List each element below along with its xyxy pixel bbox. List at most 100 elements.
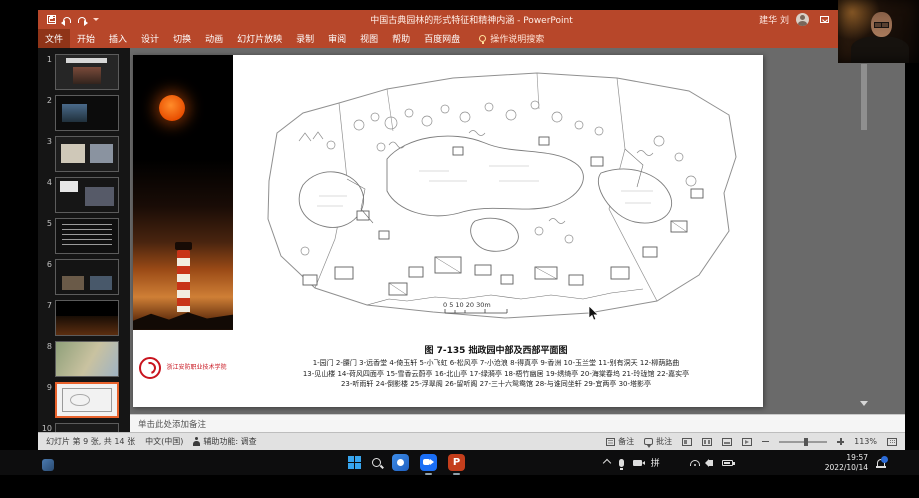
slide-counter: 幻灯片 第 9 张, 共 14 张 — [46, 436, 135, 447]
thumbnail-image[interactable] — [55, 300, 119, 336]
scrollbar-thumb[interactable] — [861, 64, 867, 130]
ribbon-display-options-button[interactable] — [816, 10, 832, 29]
tab-baidu-netdisk[interactable]: 百度网盘 — [417, 29, 467, 48]
account-avatar[interactable] — [796, 13, 809, 26]
slideshow-button[interactable] — [742, 438, 752, 446]
qat-customize-chevron-icon[interactable] — [93, 18, 99, 21]
ribbon-display-icon — [820, 16, 829, 23]
fit-to-window-button[interactable] — [887, 438, 897, 446]
current-slide[interactable]: 浙江安防职业技术学院 — [133, 55, 763, 407]
college-logo-mark — [139, 357, 161, 379]
notes-pane[interactable]: 单击此处添加备注 — [130, 414, 905, 432]
slide-thumbnail-panel[interactable]: 1 2 3 4 5 6 7 8 9 10 — [38, 48, 130, 432]
start-button[interactable] — [348, 456, 361, 469]
save-icon[interactable] — [47, 15, 56, 24]
plan-scale-label: 0 5 10 20 30m — [443, 301, 491, 309]
widgets-icon[interactable] — [42, 459, 54, 471]
thumbnail-image[interactable] — [55, 177, 119, 213]
tab-design[interactable]: 设计 — [134, 29, 166, 48]
slide-number: 8 — [41, 341, 52, 377]
battery-icon[interactable] — [722, 460, 733, 466]
slide-number: 6 — [41, 259, 52, 295]
notes-placeholder: 单击此处添加备注 — [138, 418, 206, 430]
tab-view[interactable]: 视图 — [353, 29, 385, 48]
tab-help[interactable]: 帮助 — [385, 29, 417, 48]
taskbar-app-meeting[interactable] — [420, 454, 437, 471]
slide-thumbnail-7[interactable]: 7 — [41, 300, 126, 336]
slide-number: 10 — [41, 423, 52, 432]
zoom-slider-thumb[interactable] — [804, 438, 808, 446]
thumbnail-image[interactable] — [55, 259, 119, 295]
running-indicator — [425, 473, 432, 475]
tab-review[interactable]: 审阅 — [321, 29, 353, 48]
slide-thumbnail-10[interactable]: 10 — [41, 423, 126, 432]
camera-icon[interactable] — [633, 460, 642, 466]
screen: 中国古典园林的形式特征和精神内涵 - PowerPoint 建华 刘 文件 开始… — [0, 0, 919, 498]
sun-image — [159, 95, 185, 121]
taskbar-app-powerpoint[interactable]: P — [448, 454, 465, 471]
thumbnail-image[interactable] — [55, 218, 119, 254]
lighthouse-image — [177, 250, 190, 312]
thumbnail-image[interactable] — [55, 136, 119, 172]
undo-icon[interactable] — [63, 17, 71, 23]
slide-thumbnail-6[interactable]: 6 — [41, 259, 126, 295]
slide-side-photo[interactable]: 浙江安防职业技术学院 — [133, 55, 233, 407]
slide-thumbnail-5[interactable]: 5 — [41, 218, 126, 254]
slide-thumbnail-3[interactable]: 3 — [41, 136, 126, 172]
account-name[interactable]: 建华 刘 — [759, 13, 789, 26]
powerpoint-window: 中国古典园林的形式特征和精神内涵 - PowerPoint 建华 刘 文件 开始… — [38, 10, 905, 450]
vertical-scrollbar[interactable] — [860, 52, 869, 406]
slide-sorter-view-button[interactable] — [702, 438, 712, 446]
figure-legend: 1-园门 2-腰门 3-远香堂 4-倚玉轩 5-小飞虹 6-松风亭 7-小沧浪 … — [231, 358, 761, 390]
status-bar: 幻灯片 第 9 张, 共 14 张 中文(中国) 辅助功能: 调查 备注 批注 — [38, 432, 905, 450]
tab-animations[interactable]: 动画 — [198, 29, 230, 48]
tab-record[interactable]: 录制 — [289, 29, 321, 48]
volume-icon[interactable] — [709, 460, 713, 466]
slide-thumbnail-1[interactable]: 1 — [41, 54, 126, 90]
slide-number: 2 — [41, 95, 52, 131]
zoom-in-button[interactable] — [837, 438, 844, 445]
taskbar-search-icon[interactable] — [372, 458, 381, 467]
redo-icon[interactable] — [78, 17, 86, 23]
tab-transitions[interactable]: 切换 — [166, 29, 198, 48]
zoom-slider[interactable] — [779, 441, 827, 443]
webcam-person-glasses — [873, 22, 890, 27]
tell-me-label: 操作说明搜索 — [490, 32, 544, 45]
slide-thumbnail-4[interactable]: 4 — [41, 177, 126, 213]
language-indicator[interactable]: 中文(中国) — [145, 436, 183, 447]
normal-view-button[interactable] — [682, 438, 692, 446]
tab-slideshow[interactable]: 幻灯片放映 — [230, 29, 289, 48]
thumbnail-image[interactable] — [55, 95, 119, 131]
taskbar-app-browser[interactable] — [392, 454, 409, 471]
thumbnail-image[interactable] — [55, 382, 119, 418]
thumbnail-image[interactable] — [55, 54, 119, 90]
thumbnail-image[interactable] — [55, 423, 119, 432]
slide-number: 1 — [41, 54, 52, 90]
taskbar-tray: 拼 19:57 2022/10/14 — [604, 450, 885, 475]
accessibility-status[interactable]: 辅助功能: 调查 — [193, 436, 256, 447]
accessibility-icon — [193, 437, 200, 446]
slide-thumbnail-8[interactable]: 8 — [41, 341, 126, 377]
network-icon[interactable] — [690, 460, 700, 466]
zoom-out-button[interactable] — [762, 441, 769, 443]
zoom-level[interactable]: 113% — [854, 437, 877, 446]
taskbar-clock[interactable]: 19:57 2022/10/14 — [825, 453, 868, 472]
comments-toggle-button[interactable]: 批注 — [644, 436, 672, 447]
slide-thumbnail-9-selected[interactable]: 9 — [41, 382, 126, 418]
thumbnail-image[interactable] — [55, 341, 119, 377]
slide-thumbnail-2[interactable]: 2 — [41, 95, 126, 131]
notification-bell-icon[interactable] — [877, 459, 885, 467]
reading-view-button[interactable] — [722, 438, 732, 446]
scroll-down-icon[interactable] — [860, 401, 868, 406]
garden-plan-figure[interactable]: 0 5 10 20 30m — [239, 61, 755, 337]
tab-file[interactable]: 文件 — [38, 29, 70, 48]
tab-home[interactable]: 开始 — [70, 29, 102, 48]
tab-insert[interactable]: 插入 — [102, 29, 134, 48]
microphone-icon[interactable] — [619, 459, 624, 467]
notes-icon — [606, 438, 615, 446]
ime-indicator[interactable]: 拼 — [651, 456, 660, 469]
webcam-overlay[interactable] — [838, 0, 919, 63]
notes-toggle-button[interactable]: 备注 — [606, 436, 634, 447]
tray-expand-chevron-icon[interactable] — [603, 458, 611, 466]
tell-me-search[interactable]: 操作说明搜索 — [479, 29, 544, 48]
